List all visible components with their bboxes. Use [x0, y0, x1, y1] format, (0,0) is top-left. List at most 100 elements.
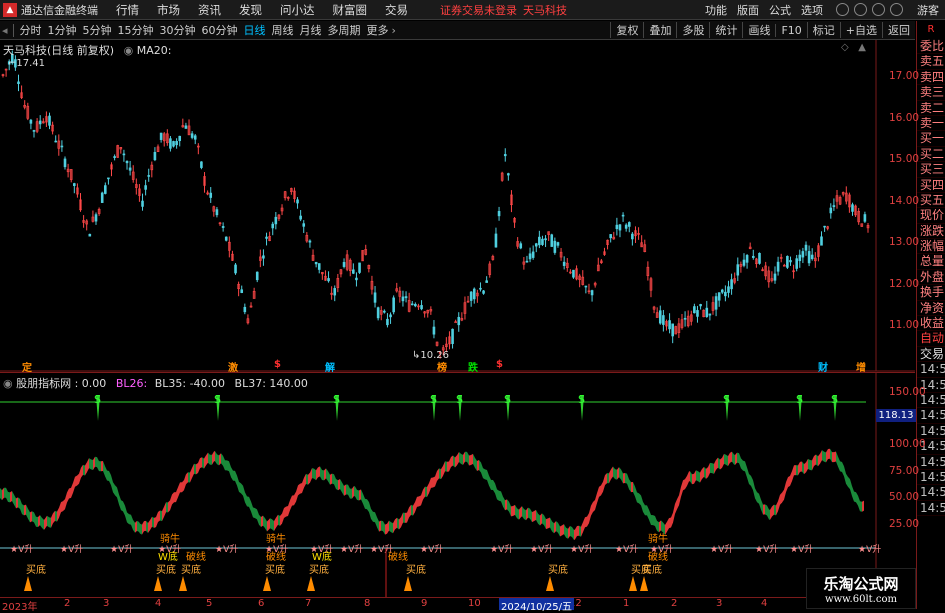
menu-wealth[interactable]: 财富圈	[333, 2, 368, 18]
date-label: 3	[103, 598, 110, 609]
menu-layout[interactable]: 版面	[737, 2, 759, 18]
period-5min[interactable]: 5分钟	[80, 22, 115, 38]
toolbar-arrow-icon[interactable]: ◂	[2, 24, 8, 37]
menu-formula[interactable]: 公式	[769, 2, 791, 18]
menu-news[interactable]: 资讯	[198, 2, 221, 18]
guest-label[interactable]: 游客	[917, 2, 939, 18]
menu-discover[interactable]: 发现	[239, 2, 262, 18]
menu-options[interactable]: 选项	[801, 2, 823, 18]
menu-market-list[interactable]: 市场	[157, 2, 180, 18]
wave-segment	[286, 505, 288, 517]
period-30min[interactable]: 30分钟	[157, 22, 199, 38]
panel-item: 外盘	[917, 270, 945, 286]
wave-segment	[57, 507, 59, 522]
period-weekly[interactable]: 周线	[269, 22, 297, 38]
mark-button[interactable]: 标记	[806, 22, 840, 38]
date-label: 2	[671, 598, 678, 609]
user-icon[interactable]	[836, 3, 849, 16]
sell-signal-label: S	[723, 393, 730, 406]
wave-segment	[310, 468, 312, 483]
candle-body	[479, 287, 482, 290]
price-chart[interactable]	[0, 40, 915, 372]
wave-segment	[73, 476, 75, 493]
wave-segment	[554, 521, 556, 534]
wave-segment	[593, 499, 595, 512]
wave-segment	[753, 480, 755, 499]
back-button[interactable]: 返回	[882, 22, 915, 38]
wave-segment	[127, 512, 129, 525]
candle-body	[73, 183, 76, 186]
panel-r-label[interactable]: R	[917, 21, 945, 39]
menu-trade[interactable]: 交易	[385, 2, 408, 18]
period-1min[interactable]: 1分钟	[45, 22, 80, 38]
stats-button[interactable]: 统计	[709, 22, 742, 38]
draw-line-button[interactable]: 画线	[742, 22, 775, 38]
wave-segment	[532, 511, 534, 523]
wave-segment	[401, 512, 403, 528]
wave-segment	[856, 492, 858, 506]
period-monthly[interactable]: 月线	[297, 22, 325, 38]
menu-ask[interactable]: 问小达	[280, 2, 315, 18]
wave-segment	[407, 507, 409, 523]
add-watchlist-button[interactable]: +自选	[839, 22, 882, 38]
period-15min[interactable]: 15分钟	[115, 22, 157, 38]
f10-button[interactable]: F10	[775, 23, 806, 37]
close-icon[interactable]	[890, 3, 903, 16]
wave-segment	[560, 525, 562, 537]
wave-segment	[469, 455, 471, 466]
wave-segment	[188, 472, 190, 483]
candle-body	[810, 254, 814, 260]
wave-segment	[363, 493, 365, 509]
wave-segment	[135, 520, 137, 533]
wave-segment	[79, 467, 81, 484]
indicator-chart[interactable]: S S S S S S S S S S ★V升 ★V升 ★V升 ★V升 ★V升 ★V升 ★V升 ★V升 ★V升 ★V升…	[0, 373, 915, 597]
multi-stock-button[interactable]: 多股	[676, 22, 709, 38]
panel-item: 总量	[917, 254, 945, 270]
candle-body	[584, 285, 588, 288]
wave-segment	[28, 508, 30, 523]
overlay-button[interactable]: 叠加	[643, 22, 676, 38]
wave-segment	[683, 479, 685, 491]
minimize-icon[interactable]	[854, 3, 867, 16]
menu-market[interactable]: 行情	[116, 2, 139, 18]
candle-body	[432, 326, 436, 335]
wave-segment	[491, 479, 493, 490]
login-notice[interactable]: 证券交易未登录	[440, 2, 517, 18]
wave-segment	[219, 453, 221, 466]
chart-controls[interactable]: ◇ ▲	[841, 42, 866, 53]
period-multi[interactable]: 多周期	[325, 22, 364, 38]
adjust-button[interactable]: 复权	[610, 22, 643, 38]
pattern-label: 破线	[648, 552, 668, 563]
candle-body	[141, 200, 144, 207]
wave-segment	[320, 466, 322, 480]
period-60min[interactable]: 60分钟	[199, 22, 241, 38]
menu-function[interactable]: 功能	[705, 2, 727, 18]
period-tick[interactable]: 分时	[17, 22, 45, 38]
wave-segment	[794, 465, 796, 476]
event-marker[interactable]: $	[496, 359, 503, 370]
wave-segment	[800, 461, 802, 472]
wave-segment	[395, 517, 397, 530]
wave-segment	[605, 473, 607, 486]
wave-segment	[198, 458, 200, 474]
wave-segment	[687, 471, 689, 486]
wave-segment	[818, 453, 820, 467]
wave-segment	[243, 485, 245, 503]
event-marker[interactable]: $	[274, 359, 281, 370]
wave-segment	[562, 524, 564, 536]
period-daily[interactable]: 日线	[241, 22, 269, 38]
maximize-icon[interactable]	[872, 3, 885, 16]
wave-segment	[95, 456, 97, 468]
wave-segment	[619, 467, 621, 480]
wave-segment	[820, 450, 822, 464]
date-label: 1	[623, 598, 630, 609]
period-more[interactable]: 更多	[364, 22, 392, 38]
wave-segment	[210, 454, 212, 465]
chevron-right-icon[interactable]: ›	[392, 24, 396, 37]
candle-body	[94, 214, 98, 222]
wave-segment	[696, 470, 698, 482]
watermark: 乐淘公式网 www.60lt.com	[806, 568, 916, 609]
wave-segment	[747, 467, 749, 484]
settings-icon[interactable]: ◉	[124, 44, 134, 57]
wave-segment	[832, 452, 834, 463]
